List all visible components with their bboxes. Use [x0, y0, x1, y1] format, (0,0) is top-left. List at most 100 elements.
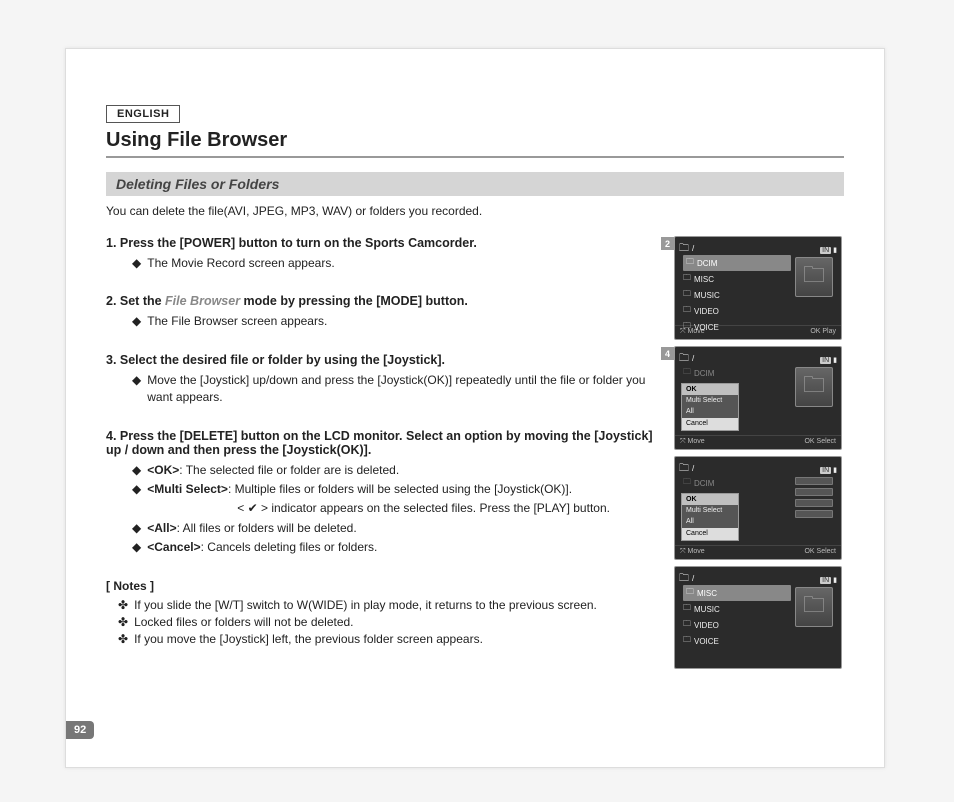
- step-1: 1. Press the [POWER] button to turn on t…: [106, 236, 660, 272]
- popup-item-all: All: [682, 407, 738, 418]
- battery-icon: [833, 355, 837, 364]
- step-3-sub: Move the [Joystick] up/down and press th…: [147, 372, 660, 407]
- folder-icon: 🗀: [683, 288, 691, 302]
- popup-item-cancel: Cancel: [682, 418, 738, 429]
- step-4: 4. Press the [DELETE] button on the LCD …: [106, 429, 660, 557]
- list-item: 🗀MISC: [683, 271, 791, 287]
- list-item: 🗀VIDEO: [683, 303, 791, 319]
- screenshot-footer: ⤧ Move OK Select: [675, 545, 841, 559]
- list-item: 🗀MUSIC: [683, 601, 791, 617]
- opt-multi-select-line2: < ✔ > indicator appears on the selected …: [147, 500, 610, 517]
- step-number-badge: 4: [661, 347, 674, 360]
- list-item: 🗀MUSIC: [683, 287, 791, 303]
- storage-in-icon: IN: [820, 357, 831, 364]
- folder-icon: 🗀: [683, 618, 691, 632]
- language-badge: ENGLISH: [106, 105, 180, 123]
- opt-all: <All>: All files or folders will be dele…: [147, 520, 356, 537]
- note-2: ✤Locked files or folders will not be del…: [106, 614, 660, 631]
- storage-in-icon: IN: [820, 247, 831, 254]
- popup-item-cancel: Cancel: [682, 528, 738, 539]
- screenshot-footer: ⤧ Move OK Select: [675, 435, 841, 449]
- list-item: 🗀VOICE: [683, 633, 791, 649]
- folder-list: 🗀DCIM 🗀MISC 🗀MUSIC 🗀VIDEO 🗀VOICE: [683, 255, 791, 335]
- instructions-column: 1. Press the [POWER] button to turn on t…: [106, 236, 660, 675]
- popup-item-all: All: [682, 517, 738, 528]
- delete-popup: OK Multi Select All Cancel: [681, 383, 739, 431]
- folder-preview-icon: 🗀: [795, 257, 833, 297]
- popup-item-multi-select: Multi Select: [682, 395, 738, 406]
- folder-icon: 🗀: [686, 586, 694, 600]
- note-3: ✤If you move the [Joystick] left, the pr…: [106, 631, 660, 648]
- folder-icon: 🗀: [683, 634, 691, 648]
- screenshot-after-delete: / IN 🗀MISC 🗀MUSIC 🗀VIDEO 🗀VOICE 🗀 ..: [674, 566, 842, 669]
- step-2-pre: 2. Set the: [106, 294, 165, 308]
- bullet-diamond-icon: ◆: [132, 481, 141, 498]
- move-icon: ⤧: [680, 438, 688, 445]
- move-icon: ⤧: [680, 548, 688, 555]
- thumbnail-bars: [795, 477, 833, 518]
- battery-icon: [833, 465, 837, 474]
- screenshot-thumbnails: / IN 🗀DCIM 🗀MISC OK Multi Select All Can…: [674, 456, 842, 560]
- ok-icon: OK: [804, 548, 816, 555]
- ok-icon: OK: [810, 328, 822, 335]
- storage-in-icon: IN: [820, 577, 831, 584]
- popup-item-ok: OK: [682, 494, 738, 505]
- notes-heading: [ Notes ]: [106, 579, 660, 593]
- opt-multi-select: <Multi Select>: Multiple files or folder…: [147, 481, 572, 498]
- step-1-sub: The Movie Record screen appears.: [147, 255, 334, 272]
- battery-icon: [833, 245, 837, 254]
- screenshot-column: 2 / IN 🗀DCIM 🗀MISC 🗀MUSIC 🗀VIDEO 🗀VOICE …: [674, 236, 844, 675]
- bullet-diamond-icon: ◆: [132, 313, 141, 330]
- opt-cancel: <Cancel>: Cancels deleting files or fold…: [147, 539, 377, 556]
- bullet-diamond-icon: ◆: [132, 462, 141, 479]
- step-3-head: 3. Select the desired file or folder by …: [106, 353, 660, 367]
- folder-icon: 🗀: [683, 272, 691, 286]
- popup-item-ok: OK: [682, 384, 738, 395]
- step-3: 3. Select the desired file or folder by …: [106, 353, 660, 407]
- folder-icon: 🗀: [683, 320, 691, 334]
- bullet-diamond-icon: ◆: [132, 372, 141, 407]
- folder-icon: 🗀: [683, 476, 691, 490]
- ok-icon: OK: [804, 438, 816, 445]
- screenshot-step-4: 4 / IN 🗀DCIM 🗀MISC OK Multi Select All: [674, 346, 842, 450]
- note-1: ✤If you slide the [W/T] switch to W(WIDE…: [106, 597, 660, 614]
- list-item: 🗀VOICE: [683, 319, 791, 335]
- step-1-head: 1. Press the [POWER] button to turn on t…: [106, 236, 660, 250]
- step-4-head: 4. Press the [DELETE] button on the LCD …: [106, 429, 660, 457]
- bullet-diamond-icon: ◆: [132, 539, 141, 556]
- screenshot-step-2: 2 / IN 🗀DCIM 🗀MISC 🗀MUSIC 🗀VIDEO 🗀VOICE …: [674, 236, 842, 340]
- step-2-em: File Browser: [165, 294, 240, 308]
- folder-icon: 🗀: [683, 304, 691, 318]
- delete-popup: OK Multi Select All Cancel: [681, 493, 739, 541]
- bullet-diamond-icon: ◆: [132, 255, 141, 272]
- popup-item-multi-select: Multi Select: [682, 505, 738, 516]
- folder-icon: 🗀: [683, 366, 691, 380]
- list-item: 🗀VIDEO: [683, 617, 791, 633]
- step-2-post: mode by pressing the [MODE] button.: [240, 294, 468, 308]
- opt-ok: <OK>: The selected file or folder are is…: [147, 462, 399, 479]
- section-header: Deleting Files or Folders: [106, 172, 844, 196]
- folder-icon: 🗀: [683, 602, 691, 616]
- list-item: 🗀DCIM: [683, 365, 791, 381]
- list-item: 🗀DCIM: [683, 475, 791, 491]
- folder-preview-icon: 🗀: [795, 367, 833, 407]
- page-title: Using File Browser: [106, 129, 844, 158]
- battery-icon: [833, 575, 837, 584]
- list-item: 🗀DCIM: [683, 255, 791, 271]
- step-number-badge: 2: [661, 237, 674, 250]
- step-2-head: 2. Set the File Browser mode by pressing…: [106, 294, 660, 308]
- page-number-badge: 92: [66, 721, 94, 739]
- list-item: 🗀MISC: [683, 585, 791, 601]
- check-icon: ✔: [248, 501, 258, 515]
- intro-text: You can delete the file(AVI, JPEG, MP3, …: [106, 204, 844, 218]
- bullet-diamond-icon: ◆: [132, 520, 141, 537]
- folder-list: 🗀MISC 🗀MUSIC 🗀VIDEO 🗀VOICE: [683, 585, 791, 649]
- note-bullet-icon: ✤: [118, 597, 128, 614]
- folder-icon: 🗀: [686, 256, 694, 270]
- storage-in-icon: IN: [820, 467, 831, 474]
- step-2: 2. Set the File Browser mode by pressing…: [106, 294, 660, 330]
- folder-preview-icon: 🗀: [795, 587, 833, 627]
- note-bullet-icon: ✤: [118, 614, 128, 631]
- manual-page: ENGLISH Using File Browser Deleting File…: [65, 48, 885, 768]
- step-2-sub: The File Browser screen appears.: [147, 313, 327, 330]
